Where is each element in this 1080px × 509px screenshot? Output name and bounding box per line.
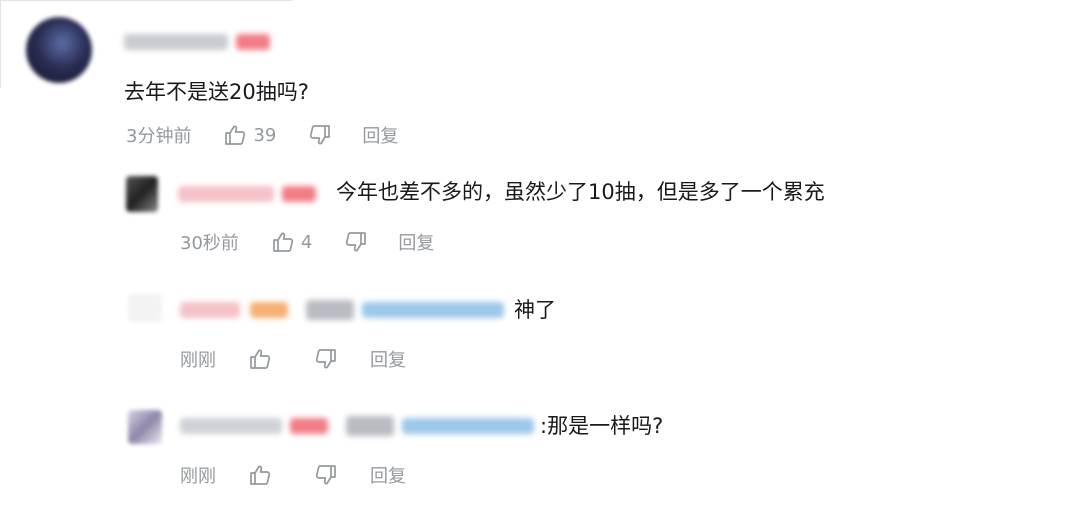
reply-text: 今年也差不多的，虽然少了10抽，但是多了一个累充 <box>336 180 825 204</box>
reply-button[interactable]: 回复 <box>370 462 406 488</box>
reply-button[interactable]: 回复 <box>370 346 406 372</box>
dislike-button[interactable] <box>314 348 338 370</box>
frame-edge <box>0 0 1 88</box>
reply-time: 30秒前 <box>180 233 239 254</box>
like-button[interactable] <box>248 348 272 370</box>
comment-text: 去年不是送20抽吗? <box>124 80 309 104</box>
level-badge <box>290 418 328 434</box>
thumbs-up-icon <box>250 349 271 369</box>
level-badge <box>282 186 316 202</box>
reply-button[interactable]: 回复 <box>398 229 434 255</box>
username[interactable] <box>180 418 282 434</box>
thumbs-up-icon <box>273 232 294 252</box>
mention-link[interactable] <box>402 418 534 434</box>
level-badge <box>236 34 270 50</box>
thumbs-down-icon <box>346 232 367 252</box>
username[interactable] <box>180 302 240 318</box>
thumbs-down-icon <box>315 465 336 485</box>
reply-tag <box>346 416 394 436</box>
reply-time: 刚刚 <box>180 466 216 487</box>
like-count: 39 <box>253 124 277 146</box>
like-button[interactable]: 39 <box>223 124 276 146</box>
comment-time: 3分钟前 <box>126 126 192 147</box>
dislike-button[interactable] <box>344 231 368 253</box>
like-button[interactable]: 4 <box>271 231 312 253</box>
avatar[interactable] <box>126 176 158 212</box>
reply-actions: 刚刚 回复 <box>180 346 406 372</box>
username[interactable] <box>124 34 228 50</box>
thumbs-down-icon <box>310 125 331 145</box>
frame-edge <box>0 0 292 1</box>
avatar[interactable] <box>128 410 162 444</box>
reply-button[interactable]: 回复 <box>362 122 398 148</box>
like-count: 4 <box>300 231 313 253</box>
dislike-button[interactable] <box>308 124 332 146</box>
reply-actions: 30秒前 4 回复 <box>180 229 434 255</box>
reply-text: 神了 <box>514 298 556 322</box>
username[interactable] <box>178 186 274 202</box>
avatar[interactable] <box>128 294 162 322</box>
dislike-button[interactable] <box>314 464 338 486</box>
reply-tag <box>306 300 354 320</box>
thumbs-up-icon <box>225 125 246 145</box>
like-button[interactable] <box>248 464 272 486</box>
level-badge <box>250 302 288 318</box>
thumbs-up-icon <box>250 465 271 485</box>
reply-actions: 刚刚 回复 <box>180 462 406 488</box>
reply-time: 刚刚 <box>180 350 216 371</box>
comment-actions: 3分钟前 39 回复 <box>126 122 398 148</box>
avatar[interactable] <box>26 17 92 83</box>
thumbs-down-icon <box>315 349 336 369</box>
mention-link[interactable] <box>362 302 504 318</box>
reply-text: :那是一样吗? <box>540 414 664 438</box>
